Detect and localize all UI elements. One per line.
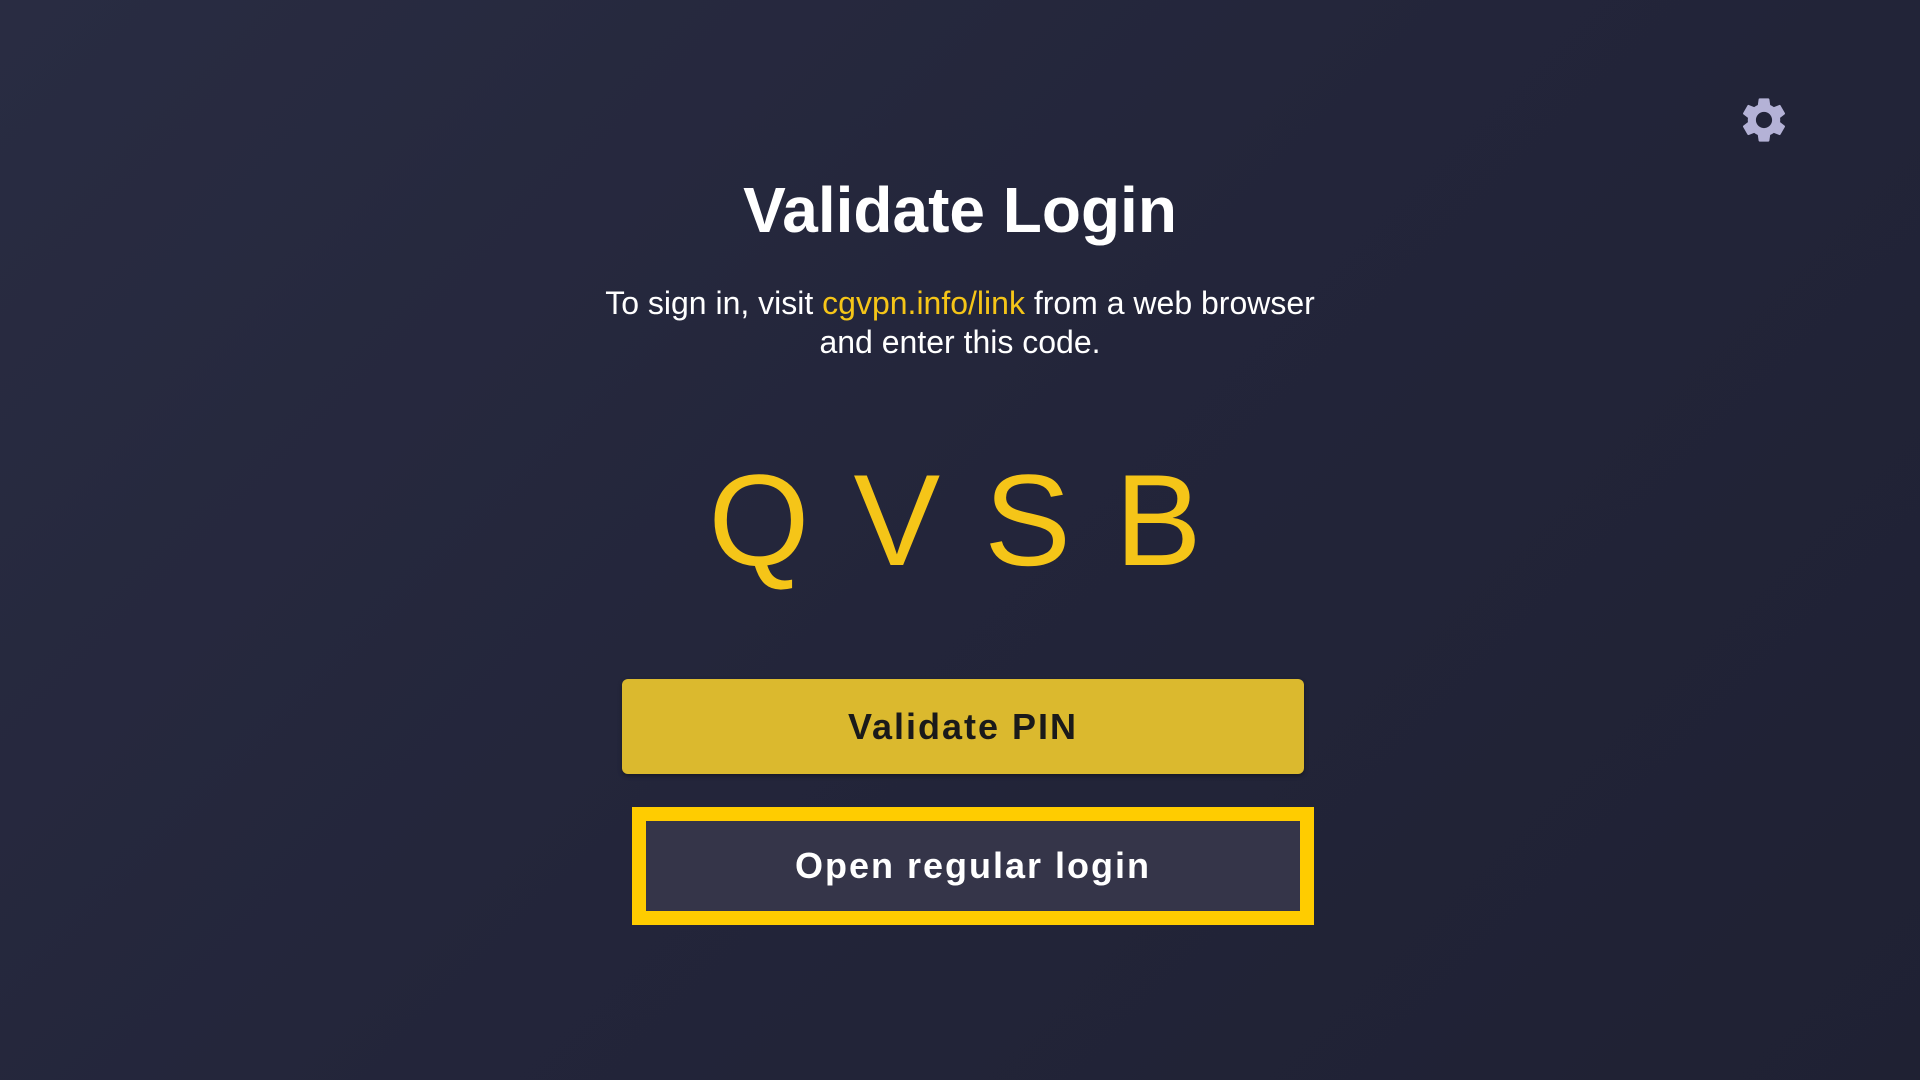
code-char: B [1114, 447, 1212, 593]
open-regular-login-button[interactable]: Open regular login [632, 807, 1314, 925]
code-char: Q [708, 447, 820, 593]
login-code: Q V S B [0, 450, 1920, 590]
page-title: Validate Login [743, 174, 1177, 246]
settings-button[interactable] [1736, 92, 1792, 148]
instructions-text: To sign in, visit cgvpn.info/link from a… [560, 284, 1360, 362]
validate-pin-button[interactable]: Validate PIN [622, 679, 1304, 774]
code-char: V [853, 447, 951, 593]
instructions-prefix: To sign in, visit [605, 285, 823, 321]
gear-icon [1737, 93, 1791, 147]
instructions-link: cgvpn.info/link [822, 285, 1025, 321]
instructions-line2: and enter this code. [819, 324, 1101, 360]
code-char: S [984, 447, 1081, 593]
instructions-suffix: from a web browser [1024, 285, 1315, 321]
